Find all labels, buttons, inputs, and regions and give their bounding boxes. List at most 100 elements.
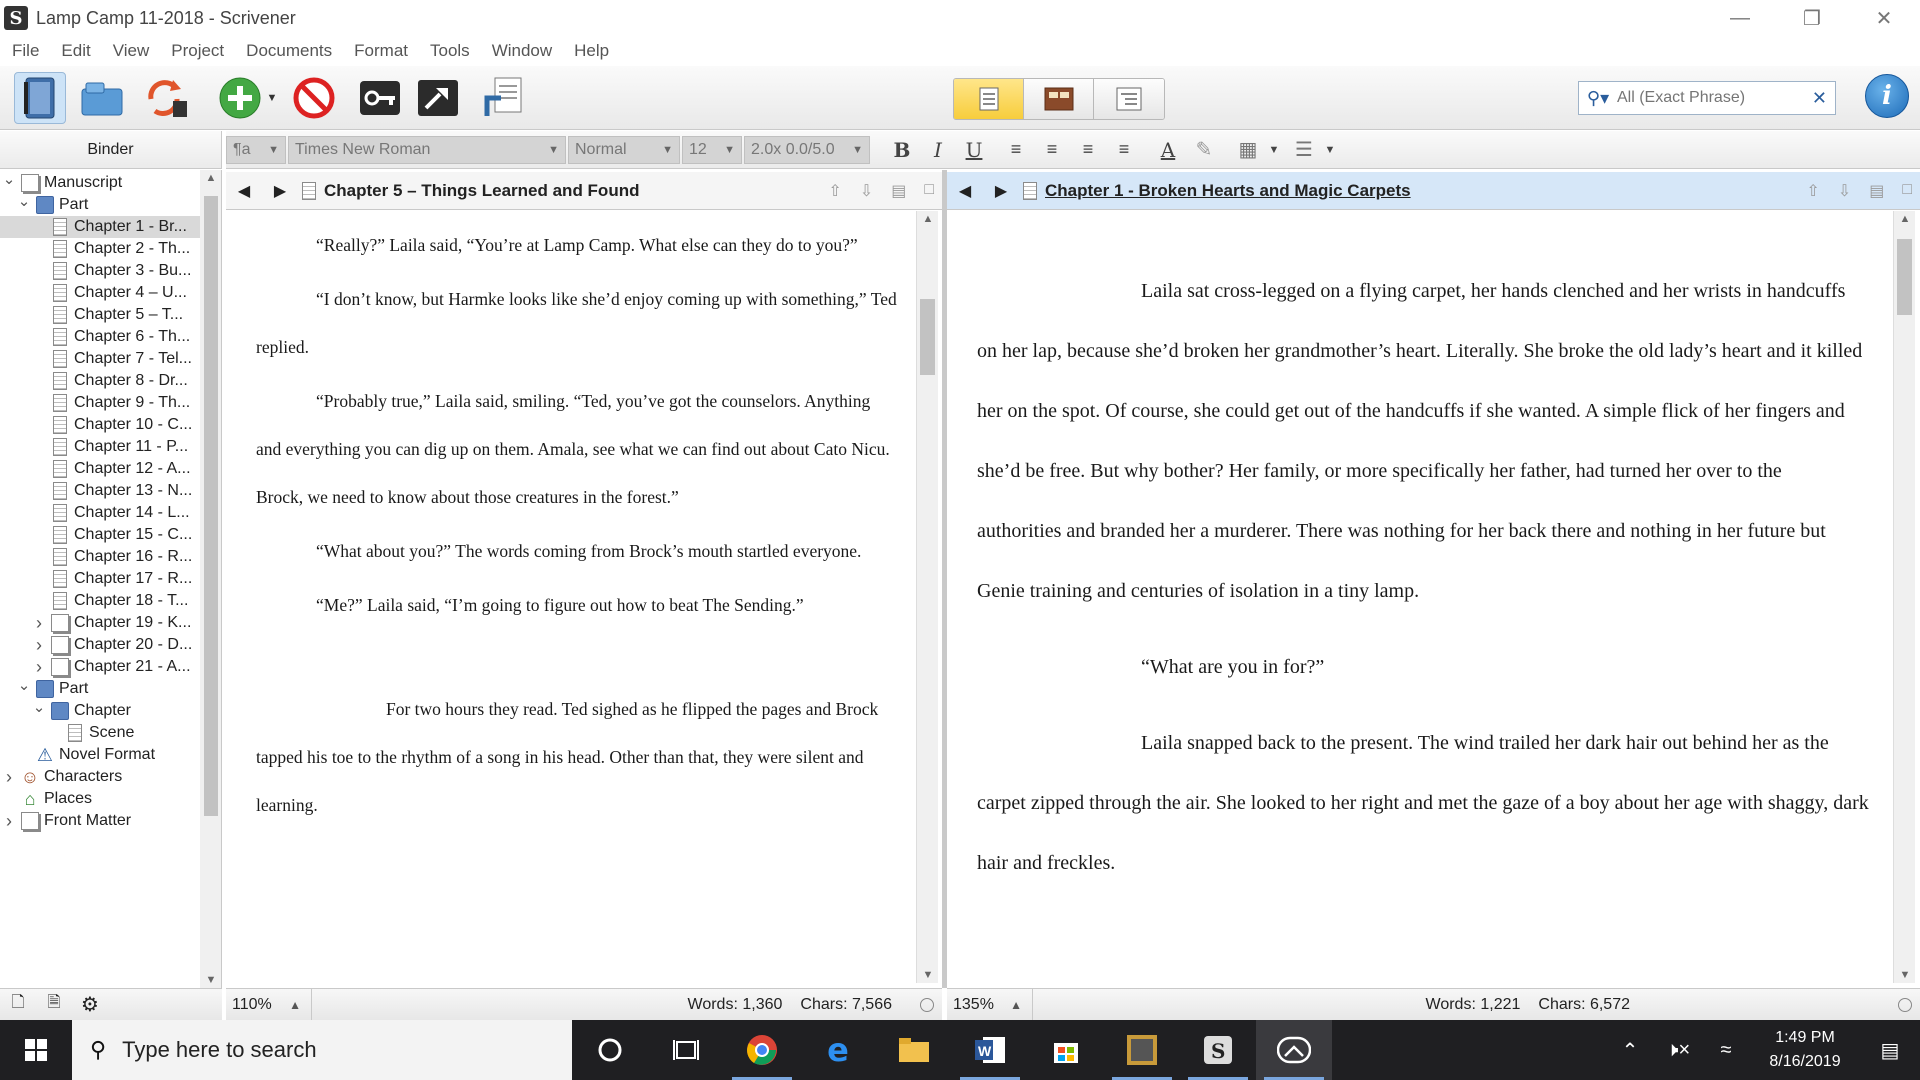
align-right-button[interactable]: ≡ — [1106, 135, 1142, 165]
binder-item[interactable]: Chapter 9 - Th... — [0, 392, 200, 414]
binder-item[interactable]: Chapter 4 – U... — [0, 282, 200, 304]
taskbar-photo-app[interactable] — [1104, 1020, 1180, 1080]
scroll-down-icon[interactable]: ▼ — [1894, 969, 1916, 981]
font-family-select[interactable]: Times New Roman ▼ — [288, 135, 566, 164]
menu-documents[interactable]: Documents — [246, 41, 332, 61]
taskbar-chrome[interactable] — [724, 1020, 800, 1080]
split-horizontal-icon[interactable]: ▤ — [891, 181, 906, 201]
back-arrow-icon[interactable]: ◀ — [226, 181, 262, 201]
binder-item[interactable]: Chapter 1 - Br... — [0, 216, 200, 238]
scroll-down-icon[interactable]: ▼ — [917, 969, 939, 981]
task-view-button[interactable] — [648, 1020, 724, 1080]
style-select[interactable]: ¶a ▼ — [226, 135, 286, 164]
delete-button[interactable] — [288, 72, 340, 124]
binder-item[interactable]: Chapter 2 - Th... — [0, 238, 200, 260]
table-button[interactable]: ▦ — [1230, 135, 1266, 165]
binder-item[interactable]: › Chapter 21 - A... — [0, 656, 200, 678]
taskbar-scrivener[interactable]: S — [1180, 1020, 1256, 1080]
binder-item[interactable]: Chapter 5 – T... — [0, 304, 200, 326]
keywords-button[interactable] — [354, 72, 406, 124]
zoom-stepper-icon[interactable]: ▲ — [289, 998, 301, 1012]
binder-item[interactable]: Chapter 12 - A... — [0, 458, 200, 480]
left-zoom-select[interactable]: 110% ▲ — [226, 988, 312, 1021]
close-button[interactable]: ✕ — [1848, 0, 1920, 36]
volume-muted-icon[interactable]: 🕨× — [1654, 1039, 1702, 1062]
corkboard-view-button[interactable] — [1024, 79, 1094, 119]
list-button[interactable]: ☰ — [1286, 135, 1322, 165]
chevron-right-icon[interactable]: › — [2, 767, 16, 788]
binder-item[interactable]: › ☺ Characters — [0, 766, 200, 788]
taskbar-search[interactable]: ⚲ Type here to search — [72, 1020, 572, 1080]
previous-document-icon[interactable]: ⇧ — [828, 181, 841, 201]
scroll-up-icon[interactable]: ▲ — [1894, 213, 1916, 225]
binder-item[interactable]: Chapter 3 - Bu... — [0, 260, 200, 282]
binder-item[interactable]: › Front Matter — [0, 810, 200, 832]
search-input[interactable] — [1617, 89, 1797, 107]
scroll-up-icon[interactable]: ▲ — [917, 213, 939, 225]
table-dropdown[interactable]: ▼ — [1266, 135, 1282, 165]
menu-window[interactable]: Window — [492, 41, 552, 61]
next-document-icon[interactable]: ⇩ — [860, 181, 873, 201]
composition-mode-button[interactable] — [412, 72, 464, 124]
zoom-stepper-icon[interactable]: ▲ — [1010, 998, 1022, 1012]
font-size-select[interactable]: 12 ▼ — [682, 135, 742, 164]
split-vertical-icon[interactable]: □ — [1902, 181, 1912, 201]
notifications-icon[interactable]: ▤ — [1860, 1038, 1920, 1063]
binder-scrollbar[interactable]: ▲ ▼ — [200, 170, 222, 988]
font-variant-select[interactable]: Normal ▼ — [568, 135, 680, 164]
binder-item[interactable]: ⌄ Manuscript — [0, 170, 200, 194]
add-document-dropdown[interactable]: ▼ — [262, 72, 282, 124]
add-document-icon[interactable]: 🗋 — [0, 991, 36, 1018]
scrivenings-view-button[interactable] — [954, 79, 1024, 119]
align-center-button[interactable]: ≡ — [1034, 135, 1070, 165]
next-document-icon[interactable]: ⇩ — [1838, 181, 1851, 201]
italic-button[interactable]: I — [920, 135, 956, 165]
menu-help[interactable]: Help — [574, 41, 609, 61]
taskbar-edge[interactable]: e — [800, 1020, 876, 1080]
compile-button[interactable] — [478, 72, 530, 124]
bold-button[interactable]: B — [884, 135, 920, 165]
minimize-button[interactable]: — — [1704, 0, 1776, 36]
add-document-button[interactable] — [214, 72, 266, 124]
chevron-down-icon[interactable]: ⌄ — [2, 170, 16, 188]
binder-item[interactable]: Scene — [0, 722, 200, 744]
start-button[interactable] — [0, 1020, 72, 1080]
binder-item[interactable]: ⌄ Part — [0, 193, 200, 216]
left-scroll-thumb[interactable] — [920, 299, 935, 375]
inspector-toggle-button[interactable]: i — [1865, 74, 1909, 118]
menu-tools[interactable]: Tools — [430, 41, 470, 61]
chevron-right-icon[interactable]: › — [2, 811, 16, 832]
target-icon[interactable] — [1898, 997, 1912, 1012]
right-zoom-select[interactable]: 135% ▲ — [947, 988, 1033, 1021]
right-scroll-thumb[interactable] — [1897, 239, 1912, 315]
gear-icon[interactable]: ⚙ — [72, 992, 108, 1017]
binder-item[interactable]: ⌂ Places — [0, 788, 200, 810]
binder-item[interactable]: Chapter 15 - C... — [0, 524, 200, 546]
scroll-down-icon[interactable]: ▼ — [200, 974, 222, 986]
highlight-button[interactable]: ✎ — [1186, 135, 1222, 165]
left-document-title[interactable]: Chapter 5 – Things Learned and Found — [324, 181, 639, 201]
align-left-button[interactable]: ≡ — [998, 135, 1034, 165]
add-folder-icon[interactable]: 🗎 — [36, 991, 72, 1018]
right-editor-scrollbar[interactable]: ▲ ▼ — [1893, 211, 1915, 983]
left-editor-text[interactable]: “Really?” Laila said, “You’re at Lamp Ca… — [226, 211, 916, 983]
binder-scroll-thumb[interactable] — [204, 196, 218, 816]
binder-item[interactable]: Chapter 11 - P... — [0, 436, 200, 458]
clear-search-icon[interactable]: ✕ — [1812, 88, 1827, 109]
menu-view[interactable]: View — [113, 41, 150, 61]
binder-item[interactable]: Chapter 14 - L... — [0, 502, 200, 524]
taskbar-file-explorer[interactable] — [876, 1020, 952, 1080]
underline-button[interactable]: U — [956, 135, 992, 165]
binder-item[interactable]: Chapter 13 - N... — [0, 480, 200, 502]
restore-button[interactable]: ❐ — [1776, 0, 1848, 36]
wifi-icon[interactable]: ≈ — [1702, 1039, 1750, 1062]
binder-item[interactable]: ⚠ Novel Format — [0, 744, 200, 766]
list-dropdown[interactable]: ▼ — [1322, 135, 1338, 165]
menu-file[interactable]: File — [12, 41, 39, 61]
chevron-right-icon[interactable]: › — [32, 635, 46, 656]
previous-document-icon[interactable]: ⇧ — [1806, 181, 1819, 201]
menu-project[interactable]: Project — [171, 41, 224, 61]
forward-arrow-icon[interactable]: ▶ — [262, 181, 298, 201]
cortana-button[interactable] — [572, 1020, 648, 1080]
menu-edit[interactable]: Edit — [61, 41, 90, 61]
